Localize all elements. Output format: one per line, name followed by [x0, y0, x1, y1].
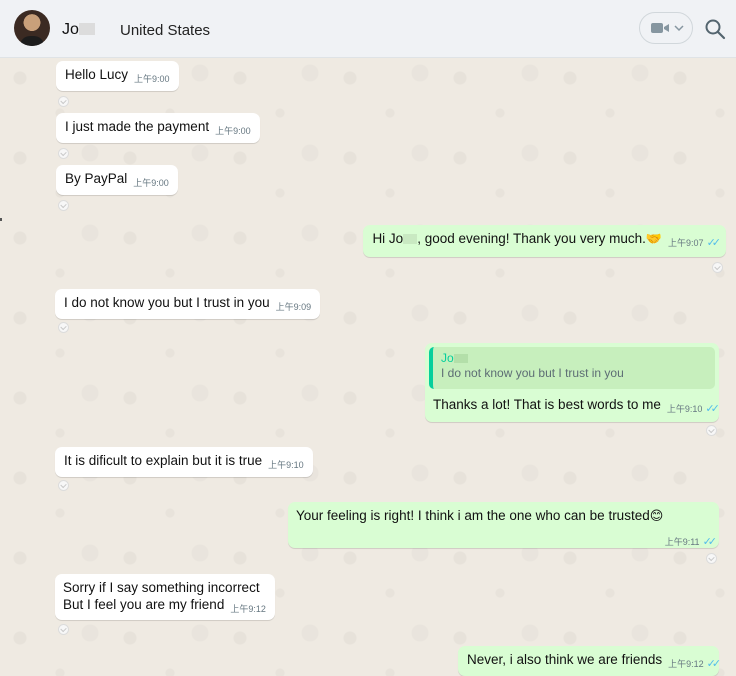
message-text: By PayPal [65, 171, 128, 186]
message-time: 上午9:09 [275, 302, 312, 312]
search-icon [705, 19, 726, 40]
message-bubble-incoming[interactable]: I just made the payment 上午9:00 [56, 113, 260, 143]
message-meta: 上午9:11 ✓✓ [659, 530, 718, 548]
reply-body: Thanks a lot! That is best words to me 上午… [433, 397, 720, 415]
message-line: Your feeling is right! I think i am the … [296, 508, 663, 524]
contact-name-text: Jo [62, 21, 79, 38]
handshake-emoji: 🤝 [645, 231, 663, 246]
message-bubble-outgoing-reply[interactable]: Jo I do not know you but I trust in you … [425, 343, 720, 422]
message-time: 上午9:10 [666, 404, 703, 414]
smiling-emoji: 😊 [649, 508, 664, 523]
read-ticks-icon: ✓✓ [706, 658, 722, 670]
message-time: 上午9:00 [215, 126, 251, 136]
chevron-down-icon [674, 25, 684, 32]
message-bubble-outgoing[interactable]: Never, i also think we are friends 上午9:12… [458, 646, 722, 676]
message-time: 上午9:12 [230, 604, 266, 614]
message-text: It is dificult to explain but it is true [64, 453, 263, 468]
message-time: 上午9:12 [668, 659, 704, 669]
message-text: I just made the payment [65, 119, 210, 134]
reaction-icon[interactable] [712, 262, 723, 273]
redacted-name-block [78, 23, 95, 35]
window-edge-mark [0, 218, 2, 221]
message-text: I do not know you but I trust in you [64, 295, 270, 310]
quoted-author-text: Jo [441, 351, 454, 365]
reaction-icon[interactable] [58, 624, 69, 635]
video-call-icon [651, 23, 669, 33]
reaction-icon[interactable] [706, 425, 717, 436]
message-list[interactable]: Hello Lucy 上午9:00 I just made the payment… [0, 58, 736, 676]
message-bubble-incoming[interactable]: It is dificult to explain but it is true… [55, 447, 313, 477]
message-bubble-outgoing[interactable]: Your feeling is right! I think i am the … [288, 502, 719, 548]
read-ticks-icon: ✓✓ [706, 237, 722, 249]
message-time: 上午9:00 [133, 178, 169, 188]
message-line-2: But I feel you are my friend 上午9:12 [63, 597, 266, 615]
message-bubble-incoming[interactable]: I do not know you but I trust in you 上午9:… [55, 289, 321, 319]
chat-header: Jo United States [0, 0, 736, 58]
redacted-name-block [403, 234, 418, 244]
message-time: 上午9:10 [268, 460, 304, 470]
search-button[interactable] [704, 18, 726, 40]
video-call-button[interactable] [639, 12, 693, 44]
message-time: 上午9:11 [664, 537, 700, 547]
message-text: Never, i also think we are friends [467, 652, 663, 667]
message-text-part: Hi Jo [372, 231, 404, 246]
contact-name[interactable]: Jo [62, 21, 95, 39]
reaction-icon[interactable] [58, 480, 69, 491]
message-text: But I feel you are my friend [63, 597, 225, 612]
quoted-message[interactable]: Jo I do not know you but I trust in you [429, 347, 715, 389]
message-time: 上午9:00 [134, 74, 170, 84]
message-time: 上午9:07 [668, 238, 704, 248]
read-ticks-icon: ✓✓ [702, 536, 718, 548]
reaction-icon[interactable] [58, 200, 69, 211]
message-text: Hello Lucy [65, 67, 129, 82]
reaction-icon[interactable] [58, 322, 69, 333]
message-text: Your feeling is right! I think i am the … [296, 508, 650, 523]
reaction-icon[interactable] [58, 148, 69, 159]
read-ticks-icon: ✓✓ [705, 403, 720, 415]
message-bubble-outgoing[interactable]: Hi Jo , good evening! Thank you very much… [363, 225, 726, 257]
message-bubble-incoming[interactable]: Sorry if I say something incorrect But I… [55, 574, 275, 620]
message-text: Thanks a lot! That is best words to me [433, 397, 661, 412]
contact-country: United States [120, 22, 211, 39]
message-bubble-incoming[interactable]: Hello Lucy 上午9:00 [56, 61, 179, 91]
message-line-1: Sorry if I say something incorrect [63, 580, 260, 595]
message-bubble-incoming[interactable]: By PayPal 上午9:00 [56, 165, 178, 195]
contact-avatar[interactable] [14, 10, 50, 46]
reaction-icon[interactable] [58, 96, 69, 107]
quoted-author: Jo [441, 351, 707, 366]
reaction-icon[interactable] [706, 553, 717, 564]
quoted-text: I do not know you but I trust in you [441, 366, 624, 380]
message-text-part: , good evening! Thank you very much. [417, 231, 646, 246]
redacted-name-block [453, 354, 468, 363]
